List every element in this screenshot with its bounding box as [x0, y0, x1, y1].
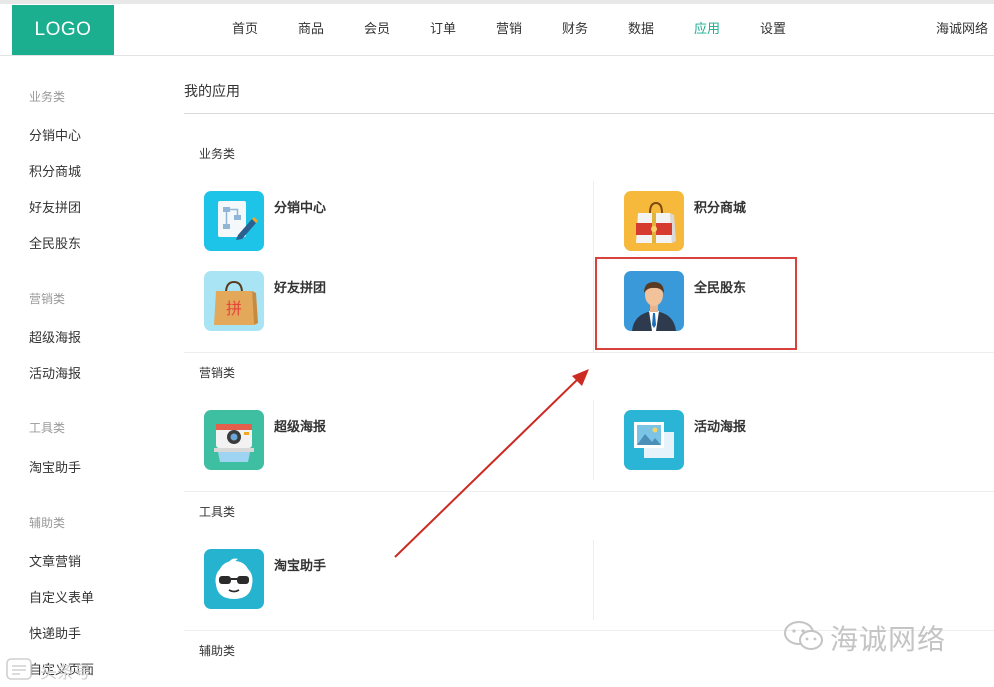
sidebar-item-distribution[interactable]: 分销中心: [29, 125, 81, 144]
sidebar-item-super-poster[interactable]: 超级海报: [29, 327, 81, 346]
nav-orders[interactable]: 订单: [419, 4, 467, 56]
app-card-distribution[interactable]: 分销中心: [204, 191, 434, 253]
shopping-bag-pin-icon: 拼: [204, 271, 264, 331]
section-title-business: 业务类: [199, 147, 236, 161]
app-name: 积分商城: [694, 201, 747, 216]
app-card-super-poster[interactable]: 超级海报: [204, 410, 434, 472]
column-divider: [593, 400, 594, 480]
app-card-taobao-helper[interactable]: 淘宝助手: [204, 549, 434, 611]
app-card-points-mall[interactable]: 积分商城: [624, 191, 854, 253]
sidebar: 业务类 分销中心 积分商城 好友拼团 全民股东 营销类 超级海报 活动海报 工具…: [0, 56, 160, 687]
nav-marketing[interactable]: 营销: [485, 4, 533, 56]
instant-camera-icon: [204, 410, 264, 470]
app-name: 好友拼团: [274, 281, 327, 296]
sidebar-item-event-poster[interactable]: 活动海报: [29, 363, 81, 382]
sidebar-item-taobao-helper[interactable]: 淘宝助手: [29, 457, 81, 476]
picture-frames-icon: [624, 410, 684, 470]
taobao-glasses-icon: [204, 549, 264, 609]
sidebar-item-custom-form[interactable]: 自定义表单: [29, 587, 94, 606]
app-card-event-poster[interactable]: 活动海报: [624, 410, 854, 472]
sidebar-category-auxiliary: 辅助类: [29, 516, 66, 530]
nav-products[interactable]: 商品: [287, 4, 335, 56]
businessman-icon: [624, 271, 684, 331]
toutiao-icon: [6, 658, 32, 680]
nav-settings[interactable]: 设置: [749, 4, 797, 56]
flowchart-pen-icon: [204, 191, 264, 251]
nav-apps[interactable]: 应用: [683, 4, 731, 56]
svg-text:拼: 拼: [226, 299, 242, 318]
nav-finance[interactable]: 财务: [551, 4, 599, 56]
sidebar-item-shareholders[interactable]: 全民股东: [29, 233, 81, 252]
sidebar-category-tools: 工具类: [29, 421, 66, 435]
section-divider: [184, 491, 994, 492]
nav-members[interactable]: 会员: [353, 4, 401, 56]
nav-data[interactable]: 数据: [617, 4, 665, 56]
app-name: 分销中心: [274, 201, 327, 216]
title-divider: [184, 113, 994, 114]
section-title-tools: 工具类: [199, 505, 236, 519]
nav-home[interactable]: 首页: [221, 4, 269, 56]
app-name: 活动海报: [694, 420, 747, 435]
sidebar-category-business: 业务类: [29, 90, 66, 104]
wechat-icon: [784, 621, 823, 650]
app-name: 淘宝助手: [274, 559, 327, 574]
sidebar-item-points-mall[interactable]: 积分商城: [29, 161, 81, 180]
sidebar-category-marketing: 营销类: [29, 292, 66, 306]
section-title-marketing: 营销类: [199, 366, 236, 380]
account-name[interactable]: 海诚网络: [936, 4, 988, 56]
sidebar-item-express-helper[interactable]: 快递助手: [29, 623, 81, 642]
column-divider: [593, 540, 594, 620]
column-divider: [593, 181, 594, 353]
sidebar-item-article-marketing[interactable]: 文章营销: [29, 551, 81, 570]
watermark-text: 海诚网络: [830, 623, 947, 656]
section-divider: [184, 352, 994, 353]
app-card-shareholders[interactable]: 全民股东: [624, 271, 854, 333]
app-name: 超级海报: [274, 420, 327, 435]
top-header: LOGO 首页 商品 会员 订单 营销 财务 数据 应用 设置 海诚网络: [0, 4, 994, 56]
gift-bag-icon: [624, 191, 684, 251]
sidebar-item-group-buy[interactable]: 好友拼团: [29, 197, 81, 216]
logo[interactable]: LOGO: [12, 5, 114, 55]
watermark-bottom-text: 头条号: [40, 663, 91, 683]
page-title: 我的应用: [184, 84, 240, 100]
section-title-auxiliary: 辅助类: [199, 644, 236, 658]
app-name: 全民股东: [694, 281, 747, 296]
app-card-group-buy[interactable]: 拼 好友拼团: [204, 271, 434, 333]
